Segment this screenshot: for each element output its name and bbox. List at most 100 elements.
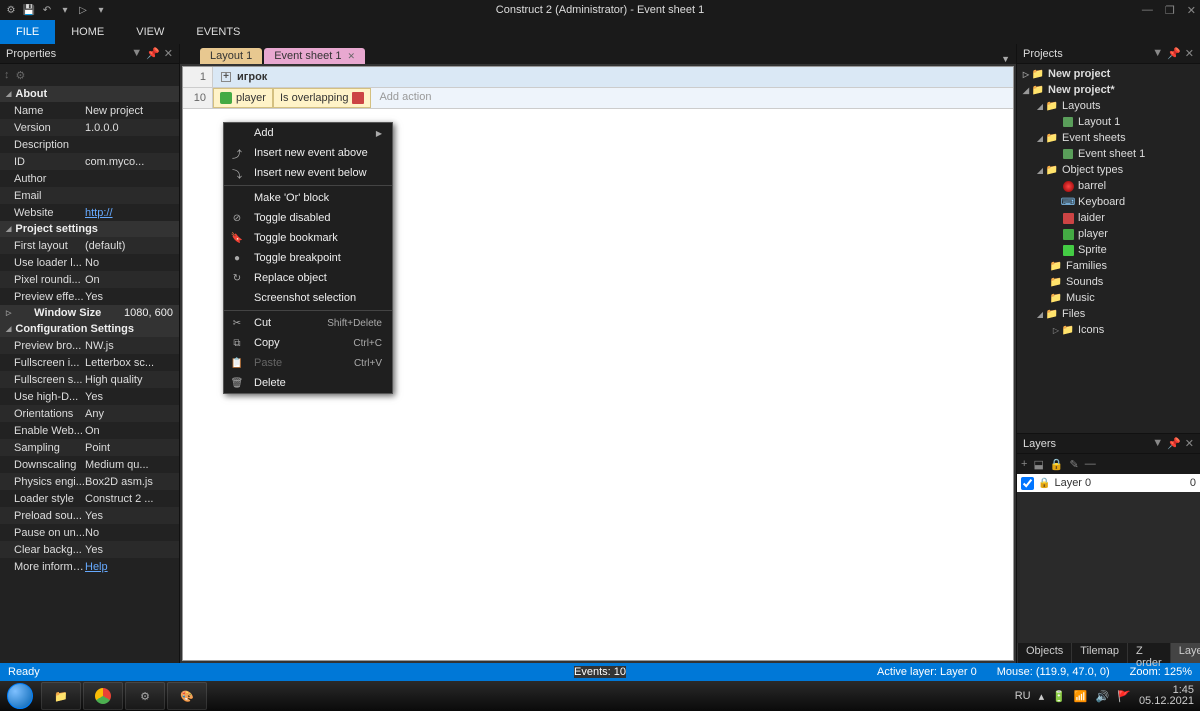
close-button[interactable]: ✕: [1187, 4, 1196, 17]
dropdown-icon[interactable]: ▼: [131, 47, 142, 60]
cm-insert-below[interactable]: ⤵Insert new event below: [224, 163, 392, 183]
tree-obj-barrel[interactable]: barrel: [1017, 178, 1200, 194]
add-action-link[interactable]: Add action: [371, 88, 439, 106]
start-button[interactable]: [0, 681, 40, 711]
redo-icon[interactable]: ▾: [58, 3, 72, 17]
tab-layout[interactable]: Layout 1: [200, 48, 262, 64]
tab-layers[interactable]: Layers: [1170, 643, 1200, 663]
cm-delete[interactable]: 🗑Delete: [224, 373, 392, 393]
tab-zorder[interactable]: Z order: [1127, 643, 1170, 663]
chevron-up-icon[interactable]: ▴: [1039, 690, 1045, 703]
prop-val[interactable]: New project: [85, 105, 179, 117]
section-project-settings[interactable]: Project settings: [0, 221, 179, 237]
cm-toggle-breakpoint[interactable]: ●Toggle breakpoint: [224, 248, 392, 268]
network-icon[interactable]: 📶: [1074, 690, 1088, 703]
taskbar-explorer[interactable]: 📁: [41, 682, 81, 710]
taskbar-chrome[interactable]: [83, 682, 123, 710]
minimize-button[interactable]: —: [1142, 4, 1153, 17]
tree-folder-objtypes[interactable]: ◢📁Object types: [1017, 162, 1200, 178]
section-about[interactable]: About: [0, 86, 179, 102]
tab-event-sheet[interactable]: Event sheet 1✕: [264, 48, 365, 64]
dropdown-icon[interactable]: ▾: [94, 3, 108, 17]
tree-obj-keyboard[interactable]: ⌨Keyboard: [1017, 194, 1200, 210]
volume-icon[interactable]: 🔊: [1096, 690, 1110, 703]
tree-folder-files[interactable]: ◢📁Files: [1017, 306, 1200, 322]
cm-toggle-disabled[interactable]: ⊘Toggle disabled: [224, 208, 392, 228]
tray-clock[interactable]: 1:45 05.12.2021: [1139, 685, 1194, 707]
window-title: Construct 2 (Administrator) - Event shee…: [496, 4, 704, 16]
taskbar-paint[interactable]: 🎨: [167, 682, 207, 710]
section-window-size[interactable]: Window Size 1080, 600: [0, 305, 179, 321]
menu-events[interactable]: EVENTS: [180, 20, 256, 44]
cm-make-or[interactable]: Make 'Or' block: [224, 188, 392, 208]
lock-icon[interactable]: 🔒: [1050, 458, 1064, 471]
separator: [224, 185, 392, 186]
event-row: 10 player Is overlapping Add action: [183, 88, 1013, 109]
pin-icon[interactable]: 📌: [146, 47, 160, 60]
tree-obj-player[interactable]: player: [1017, 226, 1200, 242]
cm-add[interactable]: Add▶: [224, 123, 392, 143]
cm-copy[interactable]: ⧉CopyCtrl+C: [224, 333, 392, 353]
save-icon[interactable]: 💾: [22, 3, 36, 17]
event-group-header[interactable]: + игрок: [213, 67, 1013, 87]
projects-tree: ▷📁New project ◢📁New project* ◢📁Layouts L…: [1017, 64, 1200, 433]
cm-screenshot[interactable]: Screenshot selection: [224, 288, 392, 308]
pin-icon[interactable]: 📌: [1167, 47, 1181, 60]
tree-project[interactable]: ▷📁New project: [1017, 66, 1200, 82]
condition-object[interactable]: player: [213, 88, 273, 108]
add-sub-icon[interactable]: ⬓: [1033, 458, 1043, 471]
maximize-button[interactable]: ❐: [1165, 4, 1175, 17]
expand-icon[interactable]: +: [221, 72, 231, 82]
quick-access-toolbar: ⚙ 💾 ↶ ▾ ▷ ▾: [0, 3, 108, 17]
edit-icon[interactable]: ✎: [1070, 458, 1079, 471]
layer-row[interactable]: 🔒 Layer 0 0: [1017, 474, 1200, 492]
menu-file[interactable]: FILE: [0, 20, 55, 44]
properties-title: Properties: [6, 48, 56, 60]
pin-icon[interactable]: 📌: [1167, 437, 1181, 450]
taskbar-construct[interactable]: ⚙: [125, 682, 165, 710]
right-panels: Projects ▼📌✕ ▷📁New project ◢📁New project…: [1016, 44, 1200, 663]
tree-project[interactable]: ◢📁New project*: [1017, 82, 1200, 98]
toolbar-icon[interactable]: ↕: [4, 69, 10, 81]
cm-toggle-bookmark[interactable]: 🔖Toggle bookmark: [224, 228, 392, 248]
toolbar-icon[interactable]: ⚙: [16, 69, 26, 82]
close-icon[interactable]: ✕: [347, 51, 355, 62]
cm-insert-above[interactable]: ⤴Insert new event above: [224, 143, 392, 163]
flag-icon[interactable]: 🚩: [1117, 690, 1131, 703]
tab-tilemap[interactable]: Tilemap: [1071, 643, 1127, 663]
tree-folder-families[interactable]: 📁Families: [1017, 258, 1200, 274]
condition-text[interactable]: Is overlapping: [273, 88, 372, 108]
tree-folder-sounds[interactable]: 📁Sounds: [1017, 274, 1200, 290]
battery-icon[interactable]: 🔋: [1052, 690, 1066, 703]
tree-obj-sprite[interactable]: Sprite: [1017, 242, 1200, 258]
tab-dropdown-icon[interactable]: ▼: [1001, 54, 1016, 64]
run-icon[interactable]: ▷: [76, 3, 90, 17]
layer-visible-checkbox[interactable]: [1021, 477, 1034, 490]
tree-layout[interactable]: Layout 1: [1017, 114, 1200, 130]
tree-folder-music[interactable]: 📁Music: [1017, 290, 1200, 306]
dropdown-icon[interactable]: ▼: [1152, 47, 1163, 60]
tree-folder-layouts[interactable]: ◢📁Layouts: [1017, 98, 1200, 114]
close-icon[interactable]: ✕: [1185, 437, 1194, 450]
event-number: 1: [183, 67, 213, 87]
tree-folder-sheets[interactable]: ◢📁Event sheets: [1017, 130, 1200, 146]
cm-replace[interactable]: ↻Replace object: [224, 268, 392, 288]
tree-sheet[interactable]: Event sheet 1: [1017, 146, 1200, 162]
lock-icon[interactable]: 🔒: [1038, 478, 1050, 489]
gear-icon[interactable]: ⚙: [4, 3, 18, 17]
undo-icon[interactable]: ↶: [40, 3, 54, 17]
tree-folder-icons[interactable]: ▷📁Icons: [1017, 322, 1200, 338]
status-events: Events: 10: [574, 666, 626, 678]
tab-objects[interactable]: Objects: [1017, 643, 1071, 663]
menu-view[interactable]: VIEW: [120, 20, 180, 44]
tray-language[interactable]: RU: [1015, 690, 1031, 702]
section-config[interactable]: Configuration Settings: [0, 321, 179, 337]
close-icon[interactable]: ✕: [164, 47, 173, 60]
delete-icon[interactable]: —: [1085, 458, 1096, 470]
dropdown-icon[interactable]: ▼: [1152, 437, 1163, 450]
menu-home[interactable]: HOME: [55, 20, 120, 44]
tree-obj-laider[interactable]: laider: [1017, 210, 1200, 226]
add-icon[interactable]: +: [1021, 458, 1027, 470]
cm-cut[interactable]: ✂CutShift+Delete: [224, 313, 392, 333]
close-icon[interactable]: ✕: [1185, 47, 1194, 60]
